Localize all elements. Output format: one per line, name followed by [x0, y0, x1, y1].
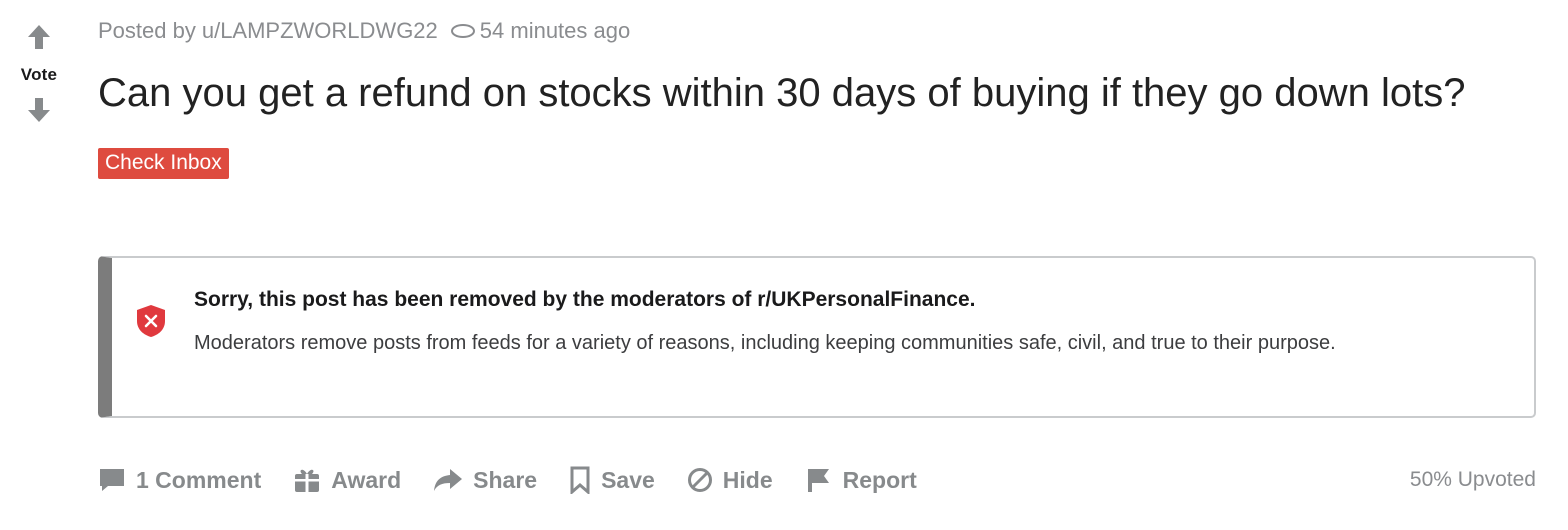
share-arrow-icon	[433, 468, 463, 492]
removed-title: Sorry, this post has been removed by the…	[194, 288, 976, 311]
flag-icon	[805, 467, 833, 493]
comment-button[interactable]: 1 Comment	[98, 467, 261, 494]
report-button[interactable]: Report	[805, 467, 917, 494]
removed-notice: Sorry, this post has been removed by the…	[98, 256, 1536, 418]
report-label: Report	[842, 466, 917, 493]
save-label: Save	[601, 466, 655, 493]
share-label: Share	[473, 466, 538, 493]
upvote-ratio: 50% Upvoted	[1409, 468, 1536, 491]
comment-icon	[98, 467, 126, 493]
downvote-button[interactable]	[24, 95, 54, 125]
post-card: Vote Posted by u/LAMPZWORLDWG22 54 minut…	[0, 0, 1568, 530]
removed-text: Moderators remove posts from feeds for a…	[194, 332, 1336, 354]
hide-label: Hide	[722, 466, 773, 493]
post-time: 54 minutes ago	[479, 18, 631, 43]
comment-label: 1 Comment	[136, 466, 262, 493]
eye-icon	[450, 23, 476, 39]
award-button[interactable]: Award	[293, 466, 401, 494]
upvote-button[interactable]	[24, 22, 54, 52]
arrow-up-icon	[28, 25, 50, 49]
hide-button[interactable]: Hide	[687, 467, 773, 494]
shield-x-icon	[136, 304, 166, 343]
vote-label: Vote	[20, 65, 58, 84]
post-meta: Posted by u/LAMPZWORLDWG22 54 minutes ag…	[98, 14, 1538, 48]
posted-by-prefix: Posted by	[98, 18, 196, 43]
author-link[interactable]: u/LAMPZWORLDWG22	[202, 18, 438, 44]
arrow-down-icon	[28, 98, 50, 122]
save-button[interactable]: Save	[569, 466, 655, 494]
award-label: Award	[331, 466, 402, 493]
vote-column: Vote	[8, 22, 70, 125]
post-flair[interactable]: Check Inbox	[98, 148, 229, 179]
action-bar: 1 Comment Award Share Save Hide Report 5…	[98, 460, 1536, 500]
post-content: Posted by u/LAMPZWORLDWG22 54 minutes ag…	[98, 14, 1538, 494]
bookmark-icon	[569, 466, 591, 494]
share-button[interactable]: Share	[433, 467, 537, 494]
gift-icon	[293, 466, 321, 494]
circle-slash-icon	[687, 467, 713, 493]
post-title[interactable]: Can you get a refund on stocks within 30…	[98, 68, 1518, 118]
